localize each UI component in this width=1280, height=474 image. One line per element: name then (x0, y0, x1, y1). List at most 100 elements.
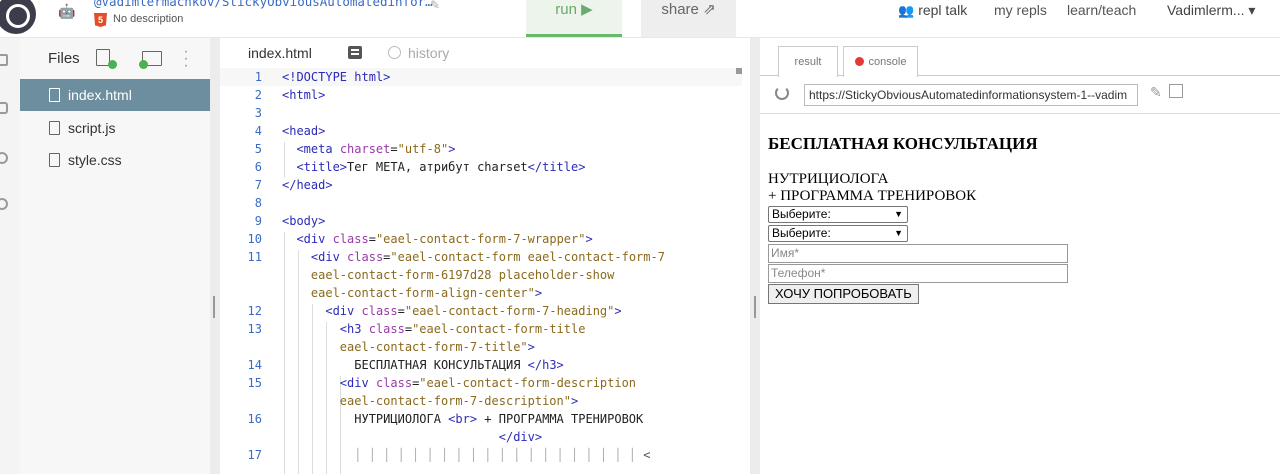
edit-url-pencil-icon[interactable]: ✎ (1150, 84, 1162, 101)
repl-title[interactable]: @Vadimlermachkov/StickyObviousAutomatedi… (94, 0, 433, 9)
code-line: eael-contact-form-align-center"> (310, 286, 543, 300)
chevron-down-icon: ▼ (894, 209, 903, 219)
repl-description[interactable]: No description (113, 13, 183, 25)
phone-input[interactable]: Телефон* (768, 264, 1068, 283)
file-icon (49, 153, 60, 167)
settings-rail-icon[interactable] (0, 198, 8, 210)
files-panel: Files · · · index.html script.js style.css (20, 38, 210, 474)
tab-result[interactable]: result (778, 46, 838, 77)
line-number: 4 (254, 124, 262, 138)
share-label: share (661, 1, 699, 18)
multiplayer-rail-icon[interactable] (0, 152, 8, 164)
top-bar: 🤖 @Vadimlermachkov/StickyObviousAutomate… (0, 0, 1280, 38)
line-number: 1 (254, 70, 262, 84)
editor-scroll-thumb[interactable] (736, 68, 742, 74)
preview-panel: result console https://StickyObviousAuto… (760, 38, 1280, 474)
share-button[interactable]: share ⇗ (641, 0, 736, 37)
line-number: 8 (254, 196, 262, 210)
tab-index-html[interactable]: index.html (248, 45, 312, 61)
code-line: <div class="eael-contact-form-7-heading"… (325, 304, 622, 318)
replit-logo-icon[interactable] (0, 0, 36, 34)
file-item-script-js[interactable]: script.js (20, 112, 210, 144)
preview-url-input[interactable]: https://StickyObviousAutomatedinformatio… (804, 84, 1138, 106)
edit-title-pencil-icon[interactable]: ✎ (430, 0, 440, 12)
file-label: script.js (68, 120, 116, 136)
editor-tab-bar: index.html history (220, 38, 750, 68)
code-line: <title>Тег META, атрибут charset</title> (296, 160, 586, 174)
code-line: </head> (282, 178, 333, 192)
nav-repl-talk-label: repl talk (918, 2, 968, 18)
line-number: 16 (247, 412, 262, 426)
line-number: 2 (254, 88, 262, 102)
history-icon (388, 46, 401, 59)
name-input[interactable]: Имя* (768, 244, 1068, 263)
form-heading: БЕСПЛАТНАЯ КОНСУЛЬТАЦИЯ (768, 134, 1038, 153)
code-area[interactable]: 1 2 3 4 5 6 7 8 9 10 11 12 13 14 15 16 1… (220, 68, 750, 474)
line-number: 10 (247, 232, 262, 246)
code-line: <div class="eael-contact-form-7-wrapper"… (296, 232, 593, 246)
editor-preview-splitter[interactable] (750, 38, 760, 474)
line-number: 6 (254, 160, 262, 174)
add-file-plus-icon (108, 60, 117, 69)
code-line: eael-contact-form-6197d28 placeholder-sh… (310, 268, 615, 282)
select-2[interactable]: Выберите: ▼ (768, 225, 908, 242)
submit-button[interactable]: ХОЧУ ПОПРОБОВАТЬ (768, 284, 919, 304)
open-in-new-tab-icon[interactable] (1169, 84, 1183, 98)
console-error-icon (854, 57, 864, 66)
refresh-icon[interactable] (775, 86, 789, 100)
line-number: 9 (254, 214, 262, 228)
code-editor: index.html history 1 2 3 4 5 6 7 8 9 10 … (220, 38, 750, 474)
files-rail-icon[interactable] (0, 54, 8, 66)
user-menu[interactable]: Vadimlerm... ▾ (1167, 2, 1255, 19)
format-code-icon[interactable] (348, 46, 362, 59)
line-number: 7 (254, 178, 262, 192)
code-line: eael-contact-form-7-title"> (339, 340, 535, 354)
add-folder-plus-icon (139, 60, 148, 69)
line-number: 3 (254, 106, 262, 120)
file-label: style.css (68, 152, 122, 168)
nav-my-repls[interactable]: my repls (994, 2, 1047, 18)
code-line: <h3 class="eael-contact-form-title (339, 322, 586, 336)
file-item-index-html[interactable]: index.html (20, 79, 210, 111)
tab-console[interactable]: console (843, 46, 918, 77)
files-title: Files (48, 50, 80, 67)
history-button[interactable]: history (408, 45, 449, 61)
form-description-line1: НУТРИЦИОЛОГА (768, 171, 889, 187)
chevron-down-icon: ▼ (894, 228, 903, 238)
left-icon-rail (0, 38, 20, 474)
run-label: run ▶ (555, 1, 593, 18)
tab-console-label: console (868, 56, 907, 68)
line-number: 17 (247, 448, 262, 462)
html5-icon: 5 (94, 13, 107, 27)
file-label: index.html (68, 87, 132, 103)
code-line: eael-contact-form-7-description"> (339, 394, 579, 408)
line-number: 5 (254, 142, 262, 156)
line-number: 14 (247, 358, 262, 372)
people-icon: 👥 (898, 3, 915, 18)
code-line: <html> (282, 88, 326, 102)
repl-avatar-icon: 🤖 (58, 3, 76, 19)
select-2-value: Выберите: (772, 226, 831, 240)
line-number: 13 (247, 322, 262, 336)
code-line: <meta charset="utf-8"> (296, 142, 456, 156)
files-menu-kebab-icon[interactable]: · · · (183, 44, 189, 74)
code-line: <head> (282, 124, 326, 138)
code-line: <body> (282, 214, 326, 228)
share-icon: ⇗ (703, 1, 716, 18)
packages-rail-icon[interactable] (0, 102, 8, 114)
files-editor-splitter[interactable] (210, 38, 220, 474)
preview-url-bar: https://StickyObviousAutomatedinformatio… (760, 76, 1280, 114)
code-line: │ │ │ │ │ │ │ │ │ │ │ │ │ │ │ │ │ │ │ │ … (282, 448, 651, 462)
code-line: <!DOCTYPE html> (282, 70, 391, 84)
form-description-line2: + ПРОГРАММА ТРЕНИРОВОК (768, 188, 977, 204)
code-line: БЕСПЛАТНАЯ КОНСУЛЬТАЦИЯ </h3> (282, 358, 564, 372)
nav-learn-teach[interactable]: learn/teach (1067, 2, 1136, 18)
code-line: <div class="eael-contact-form eael-conta… (310, 250, 665, 264)
select-1-value: Выберите: (772, 207, 831, 221)
line-number: 15 (247, 376, 262, 390)
nav-repl-talk[interactable]: 👥 repl talk (898, 2, 967, 19)
run-button[interactable]: run ▶ (526, 0, 622, 37)
code-line: </div> (498, 430, 543, 444)
file-item-style-css[interactable]: style.css (20, 144, 210, 176)
select-1[interactable]: Выберите: ▼ (768, 206, 908, 223)
